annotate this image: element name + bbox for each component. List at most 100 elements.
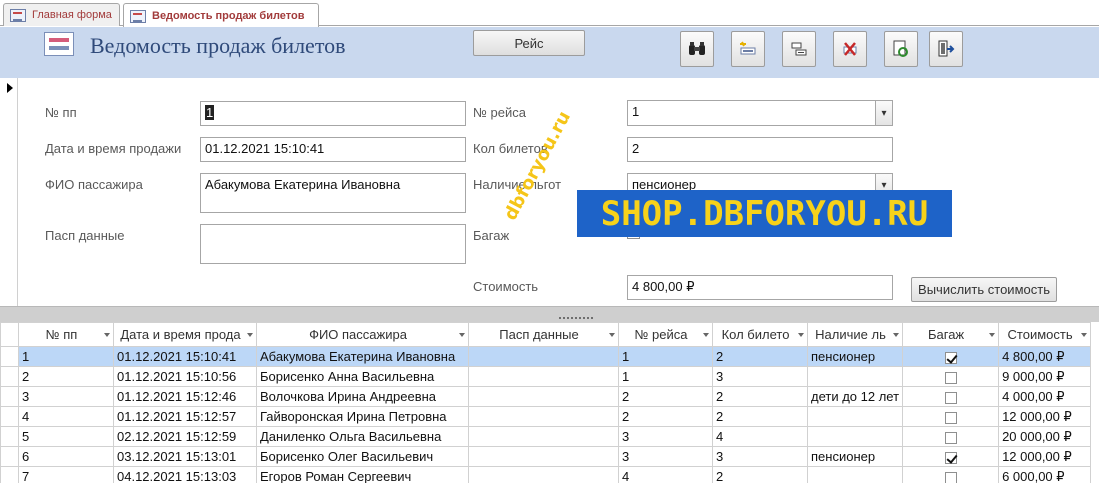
passenger-input[interactable]: Абакумова Екатерина Ивановна: [200, 173, 466, 213]
table-cell[interactable]: [468, 366, 619, 387]
table-cell[interactable]: 4 800,00 ₽: [998, 346, 1092, 367]
ticket-count-input[interactable]: 2: [627, 137, 893, 162]
table-cell[interactable]: [468, 426, 619, 447]
table-row[interactable]: 6 03.12.2021 15:13:01 Борисенко Олег Васил…: [0, 446, 1092, 467]
baggage-checkbox[interactable]: [944, 451, 957, 464]
table-cell[interactable]: Борисенко Анна Васильевна: [256, 366, 469, 387]
baggage-checkbox[interactable]: [944, 371, 957, 384]
tab-main-form[interactable]: Главная форма: [3, 3, 120, 26]
table-cell[interactable]: пенсионер: [806, 446, 904, 467]
table-cell[interactable]: 6: [18, 446, 114, 467]
table-cell[interactable]: 2: [18, 366, 114, 387]
table-cell[interactable]: 3: [712, 366, 808, 387]
table-cell[interactable]: 4: [712, 426, 808, 447]
table-cell[interactable]: 3: [712, 446, 808, 467]
pp-input[interactable]: 1: [200, 101, 466, 126]
table-cell[interactable]: 12 000,00 ₽: [998, 406, 1092, 427]
row-selector[interactable]: [0, 426, 19, 447]
table-cell[interactable]: [806, 366, 904, 387]
table-row[interactable]: 4 01.12.2021 15:12:57 Гайворонская Ирина П…: [0, 406, 1092, 427]
table-cell[interactable]: 2: [712, 466, 808, 483]
chevron-down-icon[interactable]: ▾: [875, 101, 892, 125]
record-selector[interactable]: [0, 78, 18, 306]
table-cell[interactable]: 3: [18, 386, 114, 407]
table-cell[interactable]: Гайворонская Ирина Петровна: [256, 406, 469, 427]
table-cell[interactable]: [806, 406, 904, 427]
table-cell[interactable]: 01.12.2021 15:10:41: [113, 346, 257, 367]
table-cell[interactable]: 03.12.2021 15:13:01: [113, 446, 257, 467]
table-cell[interactable]: 01.12.2021 15:12:57: [113, 406, 257, 427]
split-form-splitter[interactable]: [0, 306, 1099, 322]
column-header[interactable]: Кол билето: [712, 322, 808, 347]
flight-button[interactable]: Рейс: [473, 30, 585, 56]
delete-record-button[interactable]: [833, 31, 867, 67]
table-cell[interactable]: 04.12.2021 15:13:03: [113, 466, 257, 483]
baggage-checkbox[interactable]: [944, 431, 957, 444]
table-cell[interactable]: 12 000,00 ₽: [998, 446, 1092, 467]
table-cell[interactable]: [902, 366, 1000, 387]
table-cell[interactable]: [468, 386, 619, 407]
table-cell[interactable]: 7: [18, 466, 114, 483]
select-all-cell[interactable]: [0, 322, 19, 347]
table-cell[interactable]: 9 000,00 ₽: [998, 366, 1092, 387]
row-selector[interactable]: [0, 386, 19, 407]
calculate-cost-button[interactable]: Вычислить стоимость: [911, 277, 1057, 302]
sale-datetime-input[interactable]: 01.12.2021 15:10:41: [200, 137, 466, 162]
table-cell[interactable]: [902, 466, 1000, 483]
column-header[interactable]: Багаж: [902, 322, 1000, 347]
table-cell[interactable]: [902, 406, 1000, 427]
table-cell[interactable]: [902, 346, 1000, 367]
table-cell[interactable]: [468, 346, 619, 367]
tab-ticket-sales[interactable]: Ведомость продаж билетов: [123, 3, 319, 27]
table-cell[interactable]: [806, 466, 904, 483]
table-cell[interactable]: 6 000,00 ₽: [998, 466, 1092, 483]
table-cell[interactable]: дети до 12 лет: [806, 386, 904, 407]
exit-button[interactable]: [929, 31, 963, 67]
splitter-grip-icon[interactable]: [558, 316, 594, 320]
table-cell[interactable]: [902, 446, 1000, 467]
table-cell[interactable]: 20 000,00 ₽: [998, 426, 1092, 447]
table-cell[interactable]: 3: [618, 426, 713, 447]
table-cell[interactable]: 5: [18, 426, 114, 447]
table-cell[interactable]: 4: [618, 466, 713, 483]
table-row[interactable]: 7 04.12.2021 15:13:03 Егоров Роман Сергеев…: [0, 466, 1092, 483]
table-cell[interactable]: 1: [618, 346, 713, 367]
new-record-button[interactable]: [731, 31, 765, 67]
column-header[interactable]: № пп: [18, 322, 114, 347]
flight-no-select[interactable]: 1 ▾: [627, 100, 893, 126]
table-cell[interactable]: [468, 406, 619, 427]
column-header[interactable]: № рейса: [618, 322, 713, 347]
table-cell[interactable]: 01.12.2021 15:10:56: [113, 366, 257, 387]
table-cell[interactable]: [806, 426, 904, 447]
table-cell[interactable]: 2: [618, 386, 713, 407]
table-cell[interactable]: 1: [618, 366, 713, 387]
column-header[interactable]: ФИО пассажира: [256, 322, 469, 347]
row-selector[interactable]: [0, 446, 19, 467]
table-cell[interactable]: Борисенко Олег Васильевич: [256, 446, 469, 467]
column-header[interactable]: Дата и время прода: [113, 322, 257, 347]
table-cell[interactable]: 02.12.2021 15:12:59: [113, 426, 257, 447]
table-cell[interactable]: 2: [712, 386, 808, 407]
table-cell[interactable]: 2: [618, 406, 713, 427]
passport-input[interactable]: [200, 224, 466, 264]
table-cell[interactable]: Даниленко Ольга Васильевна: [256, 426, 469, 447]
table-cell[interactable]: Егоров Роман Сергеевич: [256, 466, 469, 483]
save-record-button[interactable]: [782, 31, 816, 67]
table-cell[interactable]: Волочкова Ирина Андреевна: [256, 386, 469, 407]
column-header[interactable]: Пасп данные: [468, 322, 619, 347]
find-button[interactable]: [680, 31, 714, 67]
baggage-checkbox[interactable]: [944, 391, 957, 404]
baggage-checkbox[interactable]: [944, 471, 957, 483]
row-selector[interactable]: [0, 366, 19, 387]
table-row[interactable]: 1 01.12.2021 15:10:41 Абакумова Екатерина …: [0, 346, 1092, 367]
column-header[interactable]: Наличие ль: [806, 322, 904, 347]
table-cell[interactable]: 4: [18, 406, 114, 427]
table-cell[interactable]: 2: [712, 346, 808, 367]
table-cell[interactable]: Абакумова Екатерина Ивановна: [256, 346, 469, 367]
row-selector[interactable]: [0, 406, 19, 427]
baggage-checkbox[interactable]: [944, 411, 957, 424]
table-cell[interactable]: 2: [712, 406, 808, 427]
table-cell[interactable]: 01.12.2021 15:12:46: [113, 386, 257, 407]
table-cell[interactable]: 4 000,00 ₽: [998, 386, 1092, 407]
table-row[interactable]: 3 01.12.2021 15:12:46 Волочкова Ирина Андр…: [0, 386, 1092, 407]
